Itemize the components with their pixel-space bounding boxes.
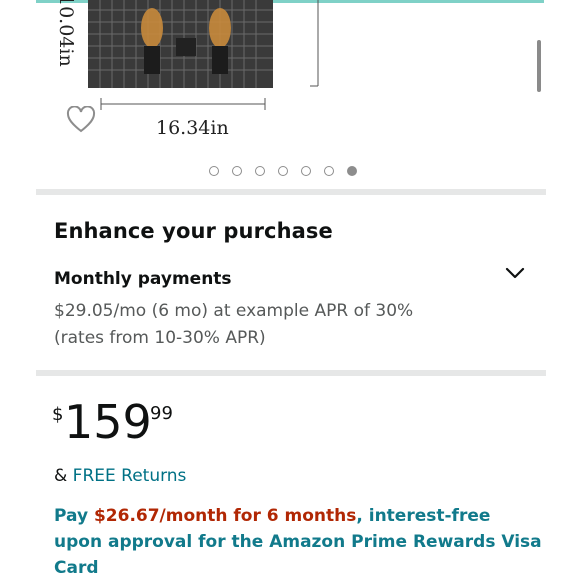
enhance-purchase-heading: Enhance your purchase	[54, 219, 333, 243]
free-returns: & FREE Returns	[54, 466, 186, 486]
carousel-dot[interactable]	[301, 166, 311, 176]
price-whole: 159	[64, 395, 152, 449]
returns-prefix: &	[54, 466, 73, 486]
monthly-payments-description: $29.05/mo (6 mo) at example APR of 30% (…	[54, 298, 474, 352]
monthly-payments-rate: $29.05/mo (6 mo) at example APR of 30%	[54, 301, 414, 321]
scrollbar[interactable]	[537, 40, 541, 92]
chevron-down-icon[interactable]	[505, 266, 525, 280]
price-fraction: 99	[150, 403, 173, 424]
carousel-dot[interactable]	[255, 166, 265, 176]
section-divider	[36, 189, 546, 195]
section-divider	[36, 370, 546, 376]
lamp-illustration	[88, 0, 319, 110]
product-image[interactable]: 10.04in 16.34in	[0, 0, 580, 160]
carousel-dot[interactable]	[232, 166, 242, 176]
carousel-dot[interactable]	[324, 166, 334, 176]
carousel-dot[interactable]	[278, 166, 288, 176]
width-dimension-label: 16.34in	[156, 117, 229, 139]
carousel-dot-active[interactable]	[347, 166, 357, 176]
promo-amount: $26.67/month for 6 months	[93, 506, 357, 526]
card-promo[interactable]: Pay $26.67/month for 6 months, interest-…	[54, 503, 544, 581]
heart-icon[interactable]	[66, 106, 96, 134]
price-currency-symbol: $	[52, 404, 64, 425]
carousel-dot[interactable]	[209, 166, 219, 176]
image-carousel-dots	[209, 166, 357, 176]
promo-pay: Pay	[54, 506, 94, 526]
monthly-payments-range: (rates from 10-30% APR)	[54, 328, 266, 348]
monthly-payments-title[interactable]: Monthly payments	[54, 269, 232, 289]
free-returns-link[interactable]: FREE Returns	[73, 466, 187, 486]
height-dimension-label: 10.04in	[55, 0, 77, 67]
